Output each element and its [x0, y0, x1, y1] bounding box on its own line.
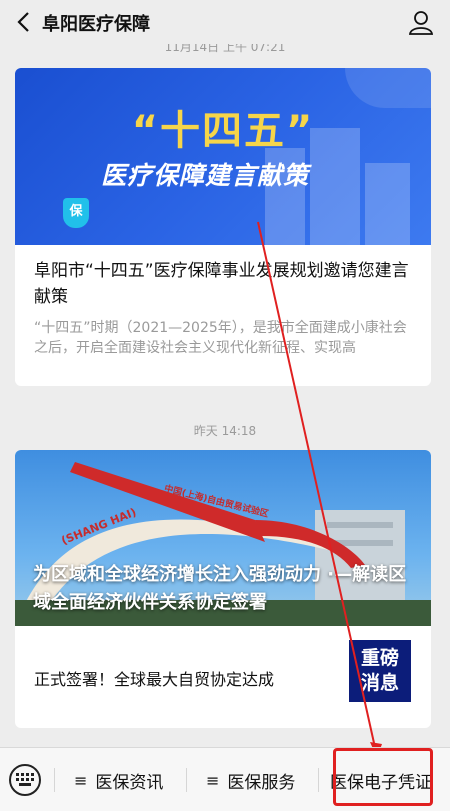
message-feed[interactable]: 11月14日 上午 07:21 “十四五” 医疗保障建言献策 保 阜阳市“十四五…: [0, 44, 450, 747]
shield-icon: 保: [63, 198, 89, 228]
menu-list-icon: ≡: [206, 770, 220, 790]
article-card[interactable]: (SHANG HAI) 中国(上海)自由贸易试验区 为区域和全球经济增长注入强劲…: [15, 450, 431, 728]
highlight-box: [333, 748, 433, 806]
person-icon: [408, 11, 434, 35]
chevron-left-icon: [17, 12, 29, 32]
article-cover-image: (SHANG HAI) 中国(上海)自由贸易试验区 为区域和全球经济增长注入强劲…: [15, 450, 431, 626]
divider: [318, 768, 319, 792]
keyboard-icon: [16, 773, 34, 786]
thumbnail-text: 重磅: [360, 647, 399, 669]
divider: [54, 768, 55, 792]
page-title: 阜阳医疗保障: [42, 14, 150, 35]
banner-subheadline: 医疗保障建言献策: [101, 161, 310, 190]
sub-article-row[interactable]: 正式签署！全球最大自贸协定达成 重磅 消息: [15, 626, 431, 728]
menu-list-icon: ≡: [74, 770, 88, 790]
article-card[interactable]: “十四五” 医疗保障建言献策 保 阜阳市“十四五”医疗保障事业发展规划邀请您建言…: [15, 68, 431, 386]
article-title: 为区域和全球经济增长注入强劲动力 ·—解读区域全面经济伙伴关系协定签署: [33, 564, 407, 613]
header-bar: 阜阳医疗保障: [0, 0, 450, 44]
menu-label: 医保服务: [227, 772, 296, 793]
article-summary: “十四五”时期（2021—2025年），是我市全面建成小康社会之后，开启全面建设…: [34, 320, 407, 356]
article-title: 阜阳市“十四五”医疗保障事业发展规划邀请您建言献策: [34, 261, 409, 307]
menu-item-services[interactable]: ≡ 医保服务: [206, 768, 296, 793]
sub-article-title: 正式签署！全球最大自贸协定达成: [34, 670, 275, 689]
menu-label: 医保资讯: [95, 772, 164, 793]
profile-button[interactable]: [408, 10, 434, 36]
sub-article-thumbnail: 重磅 消息: [349, 640, 411, 702]
back-button[interactable]: [12, 8, 34, 36]
article-cover-image: “十四五” 医疗保障建言献策 保: [15, 68, 431, 245]
timestamp: 11月14日 上午 07:21: [164, 44, 286, 54]
menu-item-news[interactable]: ≡ 医保资讯: [74, 768, 164, 793]
banner-headline: “十四五”: [131, 108, 315, 154]
timestamp: 昨天 14:18: [193, 424, 257, 438]
keyboard-toggle-button[interactable]: [9, 764, 41, 796]
divider: [186, 768, 187, 792]
thumbnail-text: 消息: [360, 672, 399, 694]
